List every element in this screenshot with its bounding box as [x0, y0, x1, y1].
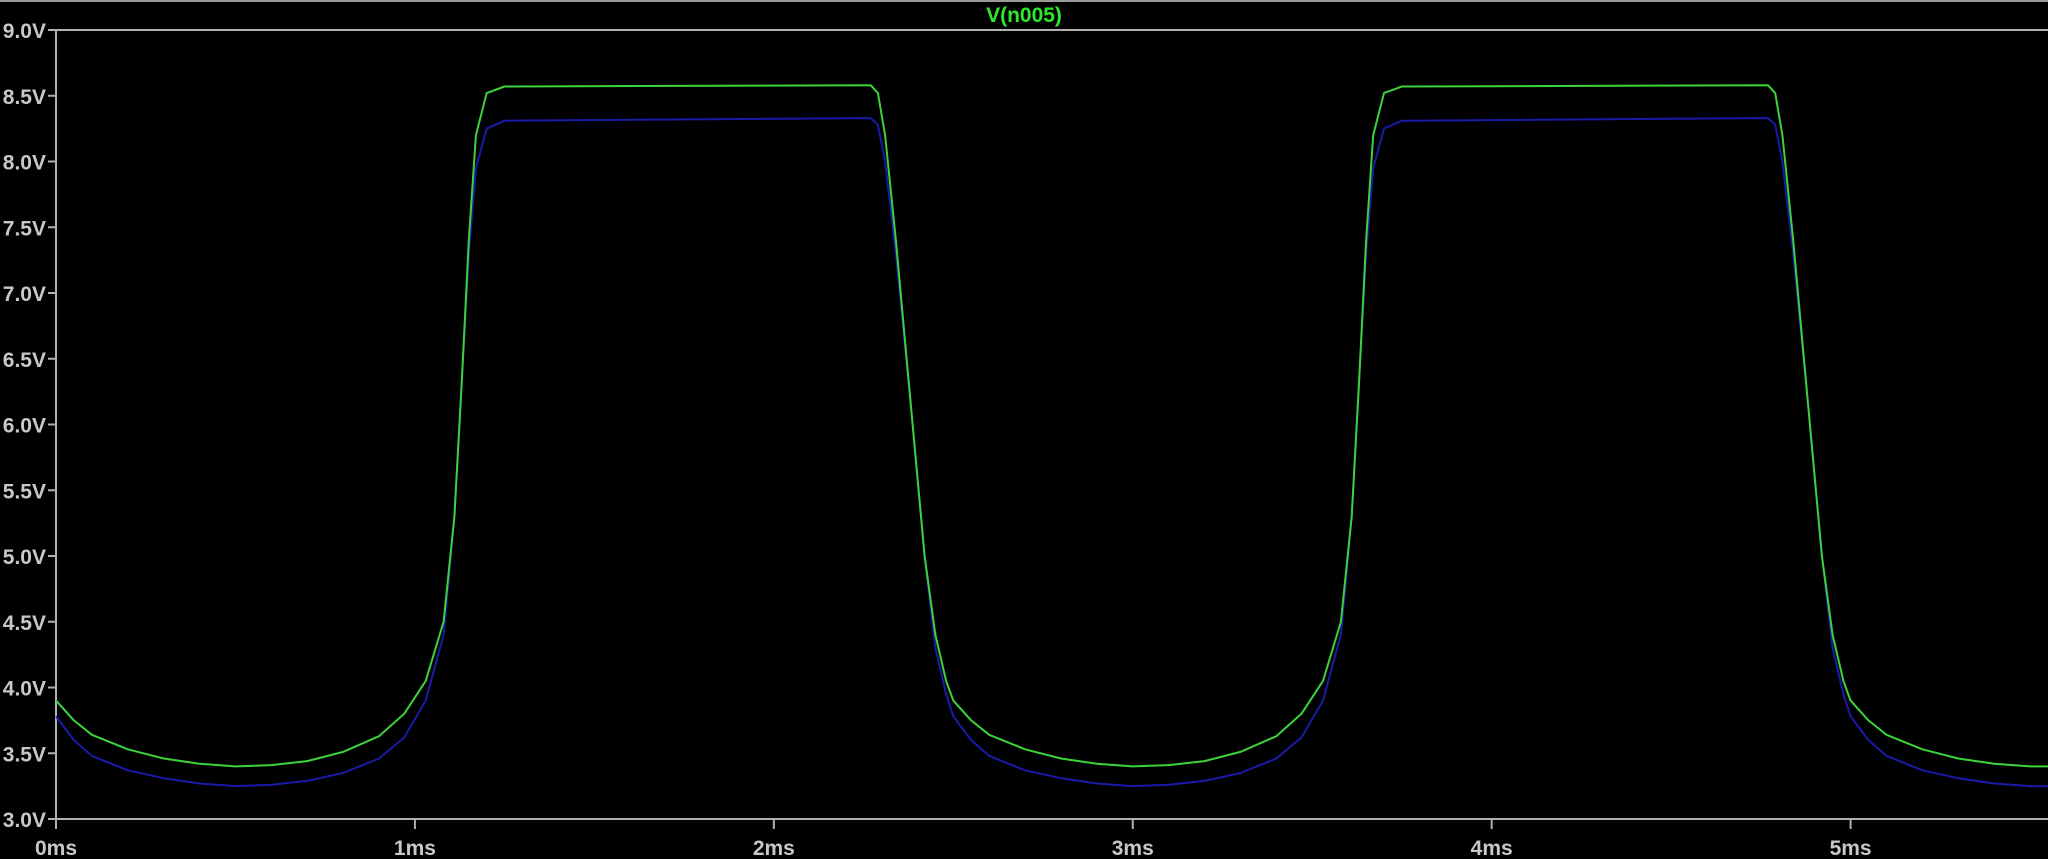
y-tick-label: 5.0V: [3, 546, 46, 569]
y-tick-label: 6.5V: [3, 349, 46, 372]
x-tick-label: 4ms: [1471, 837, 1513, 859]
x-tick-label: 1ms: [394, 837, 436, 859]
y-tick-label: 4.5V: [3, 612, 46, 635]
y-tick-label: 4.0V: [3, 678, 46, 701]
y-tick-label: 5.5V: [3, 480, 46, 503]
y-tick-label: 8.0V: [3, 152, 46, 175]
y-tick-label: 3.5V: [3, 743, 46, 766]
y-tick-label: 3.0V: [3, 809, 46, 832]
waveform-plot[interactable]: 9.0V 8.5V 8.0V 7.5V 7.0V 6.5V 6.0V 5.5V 5.0V 4.5V…: [0, 0, 2048, 859]
y-tick-label: 9.0V: [3, 20, 46, 43]
y-tick-label: 7.0V: [3, 283, 46, 306]
series-line-secondary[interactable]: [55, 117, 2048, 788]
y-tick-label: 7.5V: [3, 217, 46, 240]
x-tick-label: 5ms: [1830, 837, 1872, 859]
x-tick-label: 0ms: [35, 837, 77, 859]
x-tick-label: 3ms: [1112, 837, 1154, 859]
y-tick-label: 8.5V: [3, 86, 46, 109]
x-tick-label: 2ms: [753, 837, 795, 859]
y-tick-label: 6.0V: [3, 415, 46, 438]
series-line-v-n005[interactable]: [55, 84, 2048, 768]
